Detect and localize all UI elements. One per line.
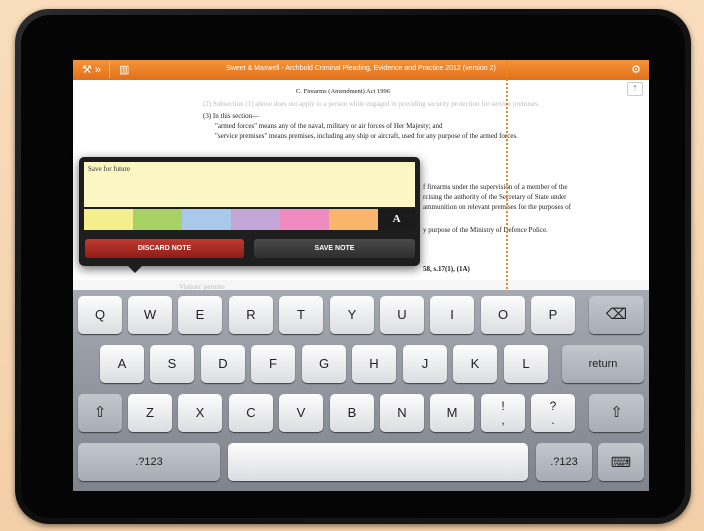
- key-e[interactable]: E: [178, 296, 222, 334]
- shift-icon[interactable]: ⇧: [589, 394, 644, 432]
- note-text-area[interactable]: Save for future: [84, 162, 415, 207]
- key-z[interactable]: Z: [128, 394, 172, 432]
- key-top-char: !: [501, 399, 505, 413]
- popup-pointer: [126, 264, 144, 273]
- key-s[interactable]: S: [150, 345, 194, 383]
- key-exclamation-comma[interactable]: ! ,: [481, 394, 525, 432]
- book-title: Sweet & Maxwell - Archbold Criminal Plea…: [226, 65, 496, 72]
- library-icon[interactable]: ▥: [119, 63, 129, 76]
- key-u[interactable]: U: [380, 296, 424, 334]
- key-d[interactable]: D: [201, 345, 245, 383]
- callout-line: [506, 60, 508, 308]
- key-b[interactable]: B: [330, 394, 374, 432]
- key-o[interactable]: O: [481, 296, 525, 334]
- text-line: (2) Subsection (1) above does not apply …: [203, 100, 540, 108]
- note-popup: Save for future A DISCARD NOTE SAVE NOTE: [79, 157, 420, 266]
- text-line: 58, s.17(1), (1A): [423, 265, 470, 273]
- numbers-key[interactable]: .?123: [536, 443, 592, 481]
- key-bottom-char: .: [551, 413, 555, 427]
- scroll-top-icon[interactable]: ⇡: [627, 82, 643, 96]
- text-line: "service premises" means premises, inclu…: [215, 132, 518, 140]
- settings-icon[interactable]: ⚙: [631, 63, 641, 76]
- color-swatches: A: [84, 209, 415, 230]
- key-j[interactable]: J: [403, 345, 447, 383]
- save-note-button[interactable]: SAVE NOTE: [254, 239, 415, 258]
- key-f[interactable]: F: [251, 345, 295, 383]
- key-h[interactable]: H: [352, 345, 396, 383]
- key-c[interactable]: C: [229, 394, 273, 432]
- page-heading: C. Firearms (Amendment) Act 1996: [295, 88, 391, 95]
- text-line: f firearms under the supervision of a me…: [423, 183, 568, 191]
- space-bar[interactable]: [228, 443, 528, 481]
- text-line: ammunition on relevant premises for the …: [423, 203, 571, 211]
- key-y[interactable]: Y: [330, 296, 374, 334]
- key-g[interactable]: G: [302, 345, 346, 383]
- text-line: rcising the authority of the Secretary o…: [423, 193, 567, 201]
- key-m[interactable]: M: [430, 394, 474, 432]
- text-line: (3) In this section—: [203, 112, 260, 120]
- color-swatch-blue[interactable]: [182, 209, 232, 230]
- color-swatch-yellow[interactable]: [84, 209, 134, 230]
- tools-icon[interactable]: ⚒ »: [82, 63, 101, 76]
- key-v[interactable]: V: [279, 394, 323, 432]
- color-swatch-orange[interactable]: [329, 209, 379, 230]
- text-line: y purpose of the Ministry of Defence Pol…: [423, 226, 548, 234]
- color-swatch-purple[interactable]: [231, 209, 281, 230]
- key-l[interactable]: L: [504, 345, 548, 383]
- key-r[interactable]: R: [229, 296, 273, 334]
- keyboard-dismiss-icon[interactable]: ⌨: [598, 443, 644, 481]
- key-t[interactable]: T: [279, 296, 323, 334]
- color-swatch-green[interactable]: [133, 209, 183, 230]
- return-key[interactable]: return: [562, 345, 644, 383]
- numbers-key[interactable]: .?123: [78, 443, 220, 481]
- key-q[interactable]: Q: [78, 296, 122, 334]
- font-button[interactable]: A: [378, 209, 415, 230]
- key-a[interactable]: A: [100, 345, 144, 383]
- key-p[interactable]: P: [531, 296, 575, 334]
- key-bottom-char: ,: [501, 413, 505, 427]
- discard-note-button[interactable]: DISCARD NOTE: [85, 239, 244, 258]
- key-k[interactable]: K: [453, 345, 497, 383]
- top-bar: ⚒ » ▥ Sweet & Maxwell - Archbold Crimina…: [73, 60, 649, 80]
- key-i[interactable]: I: [430, 296, 474, 334]
- onscreen-keyboard: Q W E R T Y U I O P ⌫ A S D F G H J K L …: [73, 290, 649, 491]
- color-swatch-pink[interactable]: [280, 209, 330, 230]
- backspace-icon[interactable]: ⌫: [589, 296, 644, 334]
- key-question-period[interactable]: ? .: [531, 394, 575, 432]
- key-n[interactable]: N: [380, 394, 424, 432]
- text-line: "armed forces" means any of the naval, m…: [215, 122, 443, 130]
- key-top-char: ?: [549, 399, 557, 413]
- key-x[interactable]: X: [178, 394, 222, 432]
- key-w[interactable]: W: [128, 296, 172, 334]
- shift-icon[interactable]: ⇧: [78, 394, 122, 432]
